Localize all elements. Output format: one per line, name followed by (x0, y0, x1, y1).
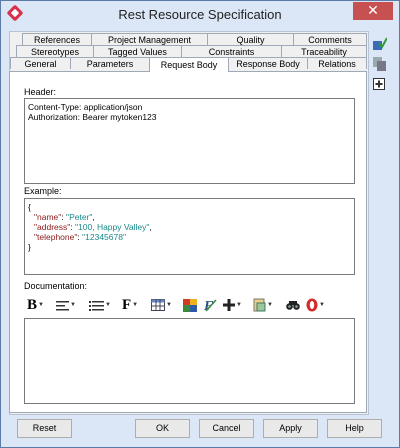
chevron-down-icon: ▼ (105, 302, 111, 308)
find-button[interactable] (286, 296, 300, 314)
tab-constraints[interactable]: Constraints (181, 45, 282, 57)
header-textarea[interactable]: Content-Type: application/json Authorizat… (24, 98, 355, 184)
reset-button[interactable]: Reset (17, 419, 72, 438)
dialog-window: Rest Resource Specification ✕ References… (0, 0, 400, 448)
tab-general[interactable]: General (10, 57, 71, 69)
expand-button[interactable] (373, 78, 387, 92)
json-value: "12345678" (82, 232, 126, 242)
bold-icon: B (27, 296, 38, 313)
chevron-down-icon: ▼ (319, 302, 325, 308)
chevron-down-icon: ▼ (166, 302, 172, 308)
tab-quality[interactable]: Quality (207, 33, 294, 45)
help-button[interactable]: Help (327, 419, 382, 438)
close-button[interactable]: ✕ (353, 2, 393, 20)
chevron-down-icon: ▼ (132, 302, 139, 308)
add-icon (223, 299, 235, 311)
chevron-down-icon: ▼ (70, 302, 76, 308)
align-icon (56, 300, 69, 310)
json-close-brace: } (28, 242, 31, 252)
tab-stereotypes[interactable]: Stereotypes (16, 45, 94, 57)
chevron-down-icon: ▼ (38, 302, 44, 308)
json-key: "telephone" (34, 232, 78, 242)
json-key: "address" (34, 222, 71, 232)
json-key: "name" (34, 212, 62, 222)
table-button[interactable]: ▼ (151, 296, 172, 314)
json-end: , (149, 222, 152, 232)
spell-check-button[interactable]: ▼ (306, 296, 325, 314)
paste-icon (253, 298, 266, 312)
example-textarea[interactable]: {"name": "Peter", "address": "100, Happy … (24, 198, 355, 275)
formula-icon: F (203, 299, 217, 312)
json-line: "address": "100, Happy Valley", (28, 222, 351, 232)
image-button[interactable] (183, 296, 197, 314)
list-icon (89, 300, 104, 311)
header-line: Authorization: Bearer mytoken123 (28, 112, 157, 122)
title-bar: Rest Resource Specification ✕ (1, 1, 399, 27)
json-value: "Peter" (66, 212, 93, 222)
json-value: "100, Happy Valley" (75, 222, 150, 232)
copy-icon (373, 57, 386, 71)
tab-parameters[interactable]: Parameters (70, 57, 150, 69)
copy-button[interactable] (373, 57, 387, 71)
tab-tagged-values[interactable]: Tagged Values (93, 45, 182, 57)
request-body-content: Header: Content-Type: application/json Au… (9, 71, 367, 413)
tab-references[interactable]: References (22, 33, 92, 45)
chevron-down-icon: ▼ (236, 302, 242, 308)
documentation-label: Documentation: (24, 281, 88, 291)
tab-project-management[interactable]: Project Management (91, 33, 208, 45)
window-title: Rest Resource Specification (118, 7, 282, 22)
tab-comments[interactable]: Comments (293, 33, 367, 45)
image-icon (183, 298, 197, 312)
header-line: Content-Type: application/json (28, 102, 143, 112)
documentation-editor[interactable] (24, 318, 355, 404)
font-button[interactable]: F ▼ (122, 296, 138, 314)
json-end: , (92, 212, 95, 222)
list-button[interactable]: ▼ (89, 296, 111, 314)
apply-button[interactable]: Apply (263, 419, 318, 438)
plus-box-icon (373, 78, 385, 90)
formula-button[interactable]: F (203, 296, 218, 314)
paste-button[interactable]: ▼ (253, 296, 273, 314)
assign-tag-icon (373, 37, 388, 50)
find-icon (286, 301, 300, 310)
tab-relations[interactable]: Relations (307, 57, 367, 69)
ok-button[interactable]: OK (135, 419, 190, 438)
svg-text:F: F (203, 299, 214, 312)
spell-check-icon (306, 298, 318, 312)
font-icon: F (122, 296, 132, 313)
example-label: Example: (24, 186, 62, 196)
cancel-button[interactable]: Cancel (199, 419, 254, 438)
tab-request-body[interactable]: Request Body (149, 57, 229, 72)
json-line: "name": "Peter", (28, 212, 351, 222)
table-icon (151, 299, 165, 311)
chevron-down-icon: ▼ (267, 302, 273, 308)
json-line: "telephone": "12345678" (28, 232, 351, 242)
tab-traceability[interactable]: Traceability (281, 45, 367, 57)
add-button[interactable]: ▼ (223, 296, 242, 314)
bold-button[interactable]: B ▼ (27, 296, 44, 314)
json-open-brace: { (28, 202, 31, 212)
header-label: Header: (24, 87, 57, 97)
tab-response-body[interactable]: Response Body (228, 57, 308, 69)
align-button[interactable]: ▼ (56, 296, 76, 314)
assign-tag-button[interactable] (373, 37, 388, 51)
